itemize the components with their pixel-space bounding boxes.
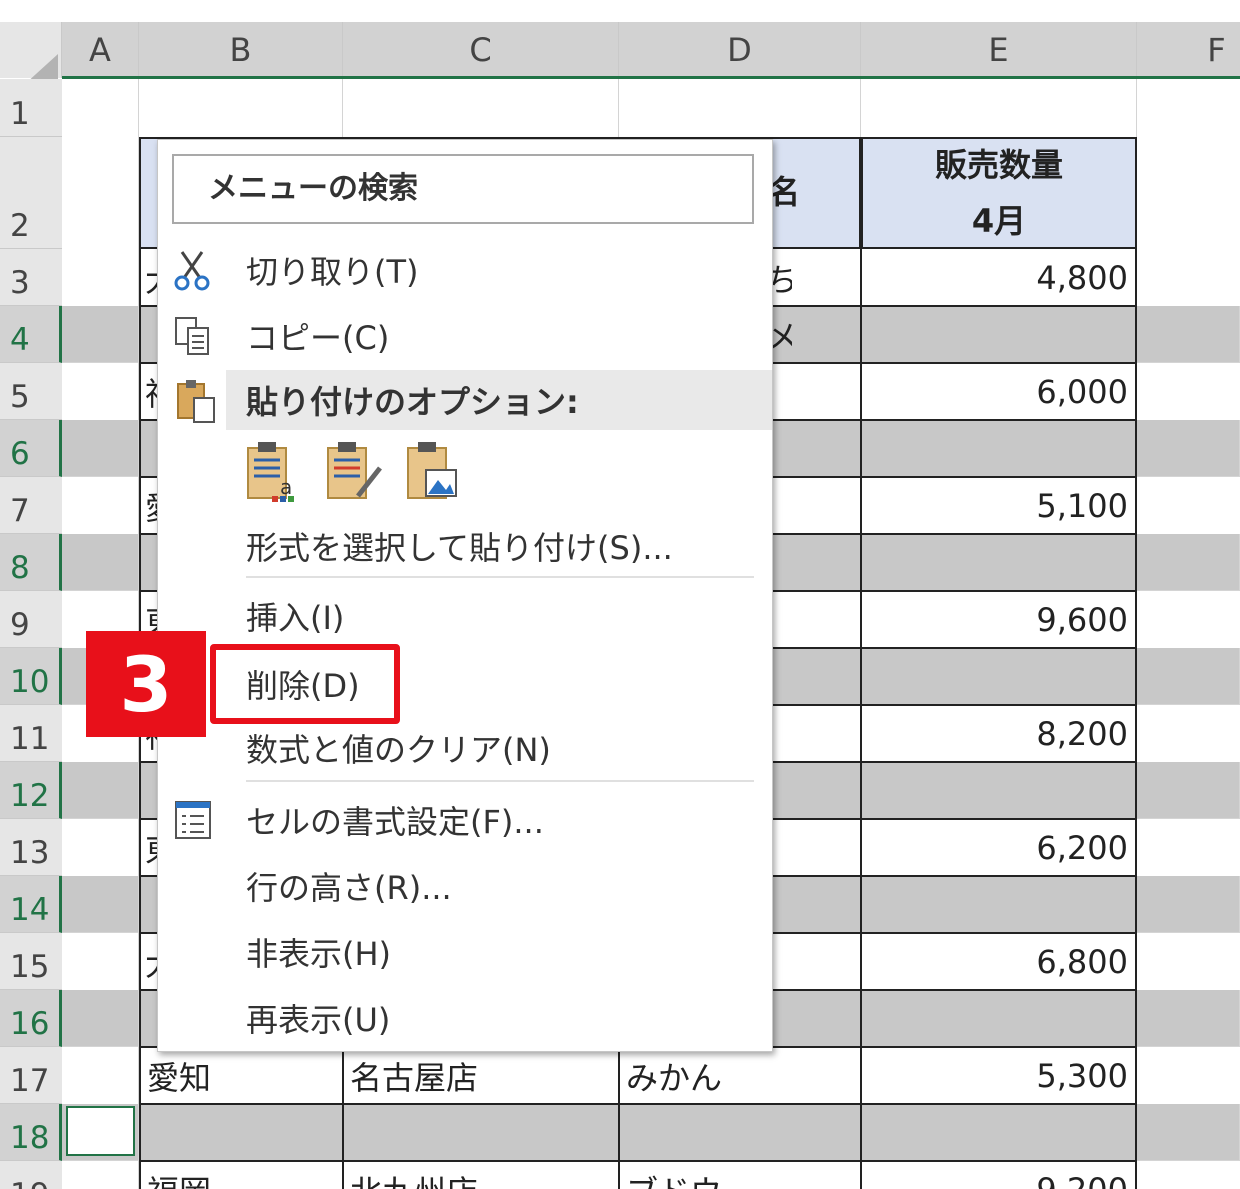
menu-label-paste-special: 形式を選択して貼り付け(S)... xyxy=(246,529,673,567)
row-header-9[interactable]: 9 xyxy=(0,591,62,648)
menu-label-format-cells: セルの書式設定(F)... xyxy=(246,803,544,841)
menu-item-insert[interactable]: 挿入(I) xyxy=(158,586,772,646)
svg-text:a: a xyxy=(280,475,292,499)
paste-icon xyxy=(177,380,215,423)
header-selection-line xyxy=(62,76,1240,79)
copy-icon xyxy=(175,317,209,355)
cell-e15[interactable]: 6,800 xyxy=(862,934,1134,989)
menu-item-clear-contents[interactable]: 数式と値のクリア(N) xyxy=(158,718,772,778)
cell-e3[interactable]: 4,800 xyxy=(862,250,1134,305)
menu-label-hide: 非表示(H) xyxy=(246,935,392,973)
menu-item-hide[interactable]: 非表示(H) xyxy=(158,922,772,982)
cell-d17[interactable]: みかん xyxy=(620,1048,858,1103)
column-header-e[interactable]: E xyxy=(861,22,1137,78)
menu-item-row-height[interactable]: 行の高さ(R)... xyxy=(158,856,772,916)
row-header-6[interactable]: 6 xyxy=(0,420,62,477)
paste-formatting-icon[interactable] xyxy=(324,440,384,504)
menu-label-cut: 切り取り(T) xyxy=(246,253,419,291)
row-header-18[interactable]: 18 xyxy=(0,1104,62,1161)
row-header-4[interactable]: 4 xyxy=(0,306,62,363)
menu-item-unhide[interactable]: 再表示(U) xyxy=(158,988,772,1048)
cell-e9[interactable]: 9,600 xyxy=(862,592,1134,647)
context-menu: メニューの検索 切り取り(T) コピー(C) 貼り付けのオプション: a 形式を… xyxy=(157,139,773,1052)
row-header-2[interactable]: 2 xyxy=(0,137,62,249)
row-header-8[interactable]: 8 xyxy=(0,534,62,591)
step-number-badge: 3 xyxy=(86,631,206,737)
header-e-line2: 4月 xyxy=(971,202,1027,240)
menu-item-cut[interactable]: 切り取り(T) xyxy=(158,240,772,300)
row-header-11[interactable]: 11 xyxy=(0,705,62,762)
menu-label-insert: 挿入(I) xyxy=(246,599,345,637)
row-header-14[interactable]: 14 xyxy=(0,876,62,933)
row-header-3[interactable]: 3 xyxy=(0,249,62,306)
row-header-5[interactable]: 5 xyxy=(0,363,62,420)
cell-c17[interactable]: 名古屋店 xyxy=(344,1048,616,1103)
cell-b19[interactable]: 福岡 xyxy=(141,1162,341,1189)
column-header-c[interactable]: C xyxy=(343,22,619,78)
row-header-10[interactable]: 10 xyxy=(0,648,62,705)
cell-b17[interactable]: 愛知 xyxy=(141,1048,341,1103)
row-header-12[interactable]: 12 xyxy=(0,762,62,819)
cell-e5[interactable]: 6,000 xyxy=(862,364,1134,419)
column-header-a[interactable]: A xyxy=(62,22,139,78)
format-cells-icon xyxy=(175,801,211,839)
menu-item-format-cells[interactable]: セルの書式設定(F)... xyxy=(158,790,772,850)
column-header-f[interactable]: F xyxy=(1137,22,1240,78)
menu-label-copy: コピー(C) xyxy=(246,319,390,357)
scissors-icon xyxy=(174,251,210,291)
menu-search-input[interactable]: メニューの検索 xyxy=(172,154,754,224)
cell-d19[interactable]: ブドウ xyxy=(620,1162,858,1189)
header-e-line1: 販売数量 xyxy=(934,146,1063,184)
row-header-16[interactable]: 16 xyxy=(0,990,62,1047)
cell-c19[interactable]: 北九州店 xyxy=(344,1162,616,1189)
row-header-1[interactable]: 1 xyxy=(0,79,62,137)
menu-item-paste-special[interactable]: 形式を選択して貼り付け(S)... xyxy=(158,516,772,576)
select-all-corner[interactable] xyxy=(0,22,62,94)
row-header-15[interactable]: 15 xyxy=(0,933,62,990)
header-cell-e[interactable]: 販売数量 4月 xyxy=(861,137,1137,249)
paste-picture-icon[interactable] xyxy=(404,440,464,504)
menu-separator xyxy=(246,576,754,578)
paste-keep-source-icon[interactable]: a xyxy=(244,440,304,504)
cell-e13[interactable]: 6,200 xyxy=(862,820,1134,875)
menu-label-clear-contents: 数式と値のクリア(N) xyxy=(246,731,551,769)
cell-e19[interactable]: 9,200 xyxy=(862,1162,1134,1189)
column-header-d[interactable]: D xyxy=(619,22,861,78)
cell-e7[interactable]: 5,100 xyxy=(862,478,1134,533)
row-header-19[interactable]: 19 xyxy=(0,1161,62,1189)
row-header-17[interactable]: 17 xyxy=(0,1047,62,1104)
row-header-13[interactable]: 13 xyxy=(0,819,62,876)
menu-separator xyxy=(246,780,754,782)
active-cell-a18[interactable] xyxy=(66,1106,135,1156)
menu-label-row-height: 行の高さ(R)... xyxy=(246,869,452,907)
menu-item-copy[interactable]: コピー(C) xyxy=(158,306,772,366)
column-header-b[interactable]: B xyxy=(139,22,343,78)
delete-highlight-box xyxy=(210,644,400,724)
row-header-7[interactable]: 7 xyxy=(0,477,62,534)
paste-options-header: 貼り付けのオプション: xyxy=(226,370,772,430)
paste-options-label: 貼り付けのオプション: xyxy=(246,383,579,421)
cell-e11[interactable]: 8,200 xyxy=(862,706,1134,761)
cell-e17[interactable]: 5,300 xyxy=(862,1048,1134,1103)
menu-label-unhide: 再表示(U) xyxy=(246,1001,391,1039)
